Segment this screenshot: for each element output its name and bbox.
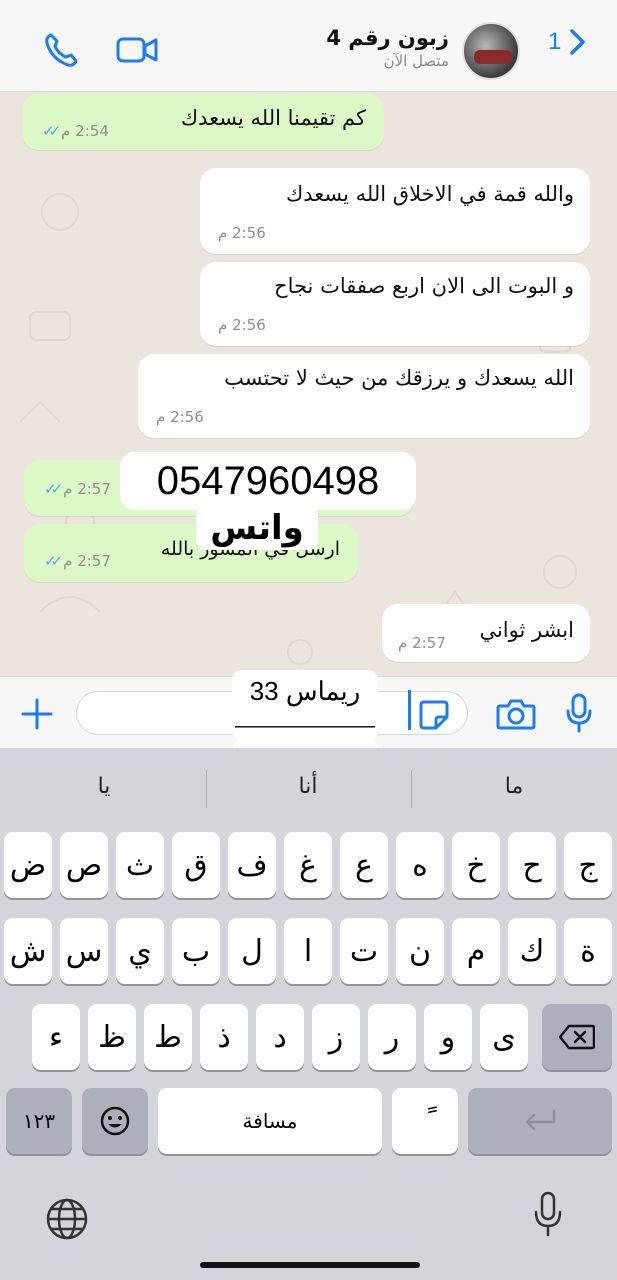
return-arrow-icon [525, 1109, 556, 1131]
letter-key[interactable]: ن [396, 918, 444, 984]
letter-key[interactable]: خ [452, 832, 500, 898]
letter-key[interactable]: ر [368, 1004, 416, 1070]
letter-key[interactable]: ف [228, 832, 276, 898]
microphone-icon[interactable] [564, 693, 594, 733]
plus-icon[interactable] [20, 697, 54, 731]
contact-status: متصل الآن [383, 52, 449, 70]
backspace-icon [559, 1024, 595, 1050]
letter-key[interactable]: ة [564, 918, 612, 984]
letter-key[interactable]: ع [340, 832, 388, 898]
letter-key[interactable]: ح [508, 832, 556, 898]
globe-icon[interactable] [44, 1196, 90, 1242]
suggestion-divider [411, 770, 412, 808]
contact-avatar[interactable] [462, 22, 520, 80]
letter-key[interactable]: ش [4, 918, 52, 984]
letter-key[interactable]: ج [564, 832, 612, 898]
message-time: 2:56 م [218, 224, 266, 242]
text-cursor [408, 690, 411, 730]
phone-icon[interactable] [44, 32, 78, 68]
chat-header: 1 زبون رقم 4 متصل الآن [0, 0, 617, 92]
contact-name: زبون رقم 4 [326, 26, 449, 50]
message-text: ابشر ثواني [479, 618, 574, 642]
keyboard: ما أنا يا جحخهعغفقثصض ةكمنتالبيسش ىورزدذ… [0, 748, 617, 1280]
read-receipt-icon: ✓✓ [44, 480, 63, 498]
message-text: والله قمة في الاخلاق الله يسعدك [285, 182, 574, 206]
dictation-microphone-icon[interactable] [532, 1190, 564, 1238]
return-key[interactable] [468, 1088, 612, 1154]
letter-key[interactable]: ل [228, 918, 276, 984]
letter-key[interactable]: ك [508, 918, 556, 984]
home-indicator[interactable] [200, 1262, 420, 1268]
letter-key[interactable]: ط [144, 1004, 192, 1070]
message-time: 2:57 م [63, 480, 111, 498]
letter-key[interactable]: ق [172, 832, 220, 898]
message-bubble-out[interactable]: كم تقيمنا الله يسعدك ✓✓ 2:54 م [22, 94, 384, 150]
suggestion-item[interactable]: ما [464, 774, 564, 799]
message-time: 2:54 م [61, 122, 109, 140]
message-time: 2:56 م [218, 316, 266, 334]
letter-key[interactable]: ء [32, 1004, 80, 1070]
letter-key[interactable]: ى [480, 1004, 528, 1070]
overlay-separator: ——————— [232, 712, 378, 740]
read-receipt-icon: ✓✓ [42, 122, 61, 140]
suggestion-divider [206, 770, 207, 808]
backspace-key[interactable] [542, 1004, 612, 1070]
letter-key[interactable]: د [256, 1004, 304, 1070]
message-time: 2:57 م [63, 552, 111, 570]
letter-key[interactable]: ي [116, 918, 164, 984]
overlay-phone-number: 0547960498 [120, 452, 416, 510]
message-bubble-in[interactable]: والله قمة في الاخلاق الله يسعدك 2:56 م [200, 168, 590, 254]
message-bubble-in[interactable]: و البوت الى الان اربع صفقات نجاح 2:56 م [200, 262, 590, 346]
overlay-whats-label: واتس [196, 506, 318, 550]
message-time: 2:57 م [398, 634, 446, 652]
contact-info[interactable]: زبون رقم 4 متصل الآن [326, 26, 449, 70]
suggestion-item[interactable]: يا [54, 774, 154, 799]
read-receipt-icon: ✓✓ [44, 552, 63, 570]
unread-count: 1 [548, 28, 562, 55]
chevron-left-icon [570, 29, 586, 55]
back-button[interactable]: 1 [548, 28, 587, 56]
message-bubble-in[interactable]: الله يسعدك و يرزقك من حيث لا تحتسب 2:56 … [138, 354, 590, 438]
message-meta: ✓✓ 2:57 م [44, 480, 111, 498]
emoji-icon [100, 1106, 130, 1136]
letter-key[interactable]: ض [4, 832, 52, 898]
letter-key[interactable]: س [60, 918, 108, 984]
sticker-icon[interactable] [418, 699, 450, 731]
letter-key[interactable]: ظ [88, 1004, 136, 1070]
letter-key[interactable]: ب [172, 918, 220, 984]
message-bubble-in[interactable]: ابشر ثواني 2:57 م [382, 604, 590, 662]
message-text: كم تقيمنا الله يسعدك [180, 106, 366, 130]
suggestion-bar: ما أنا يا [0, 748, 617, 828]
message-text: و البوت الى الان اربع صفقات نجاح [274, 274, 574, 298]
letter-key[interactable]: ص [60, 832, 108, 898]
message-text: الله يسعدك و يرزقك من حيث لا تحتسب [224, 366, 574, 390]
letter-key[interactable]: غ [284, 832, 332, 898]
letter-key[interactable]: ذ [200, 1004, 248, 1070]
video-icon[interactable] [116, 36, 158, 64]
overlay-name-arabic: ريماس 33 [232, 670, 378, 712]
letter-key[interactable]: ا [284, 918, 332, 984]
letter-key[interactable]: و [424, 1004, 472, 1070]
message-meta: ✓✓ 2:54 م [42, 122, 109, 140]
message-meta: ✓✓ 2:57 م [44, 552, 111, 570]
camera-icon[interactable] [496, 697, 536, 731]
letter-key[interactable]: ز [312, 1004, 360, 1070]
letter-key[interactable]: ث [116, 832, 164, 898]
letter-key[interactable]: ه [396, 832, 444, 898]
numbers-key[interactable]: ١٢٣ [6, 1088, 72, 1154]
message-time: 2:56 م [156, 408, 204, 426]
space-key[interactable]: مسافة [158, 1088, 382, 1154]
letter-key[interactable]: م [452, 918, 500, 984]
letter-key[interactable]: ت [340, 918, 388, 984]
emoji-key[interactable] [82, 1088, 148, 1154]
chat-area[interactable]: كم تقيمنا الله يسعدك ✓✓ 2:54 م والله قمة… [0, 92, 617, 676]
diacritic-key[interactable]: ً [392, 1088, 458, 1154]
suggestion-item[interactable]: أنا [258, 774, 358, 799]
